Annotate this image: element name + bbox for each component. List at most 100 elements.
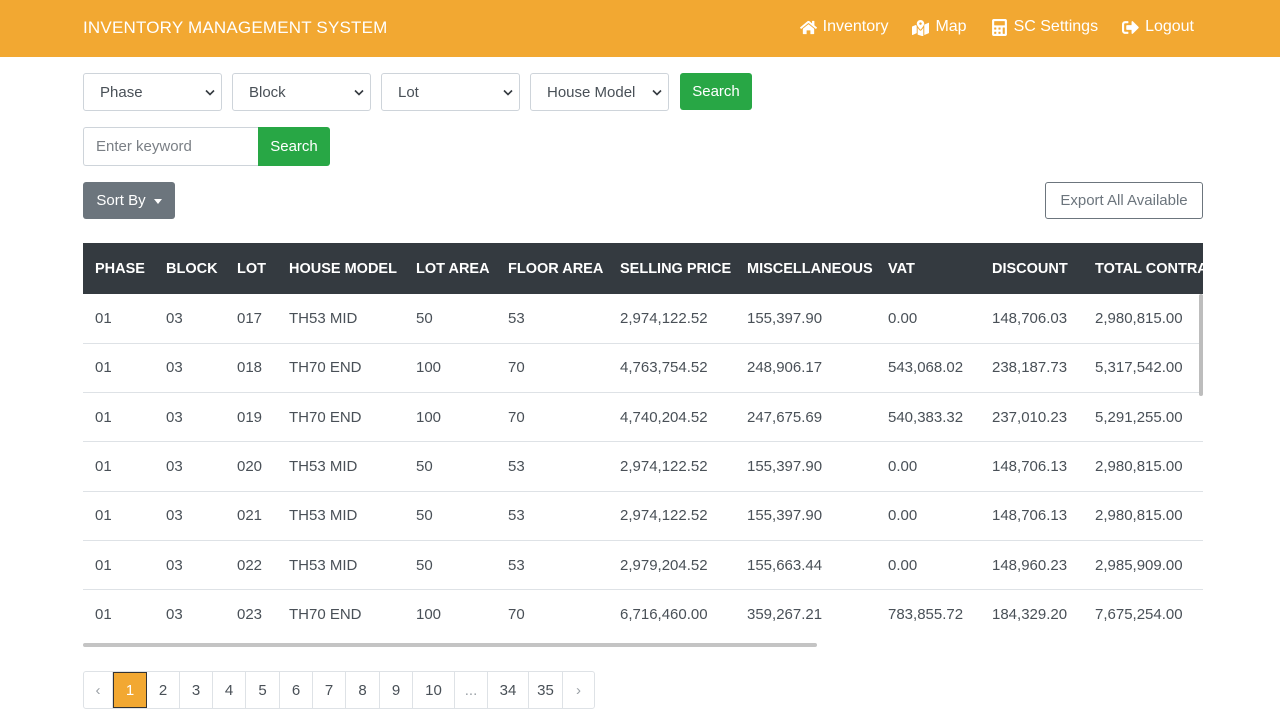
table-cell: 70 xyxy=(496,589,608,639)
top-navbar: INVENTORY MANAGEMENT SYSTEM Inventory Ma… xyxy=(0,0,1280,57)
vertical-scrollbar[interactable] xyxy=(1199,294,1203,396)
nav-inventory-label: Inventory xyxy=(822,18,889,35)
chevron-down-icon xyxy=(205,89,215,96)
table-cell: 50 xyxy=(404,491,496,541)
table-cell: 2,979,204.52 xyxy=(608,540,735,591)
table-cell: 4,740,204.52 xyxy=(608,392,735,443)
table-cell: 50 xyxy=(404,540,496,591)
column-header: PHASE xyxy=(83,243,154,294)
pagination-page-4[interactable]: 4 xyxy=(213,672,246,708)
table-cell: 155,663.44 xyxy=(735,540,876,591)
inventory-table-container[interactable]: PHASE BLOCK LOT HOUSE MODEL LOT AREA FLOOR AR… xyxy=(83,243,1203,639)
table-cell: 148,706.13 xyxy=(980,441,1083,492)
column-header: FLOOR AREA xyxy=(496,243,608,294)
table-cell: 148,706.03 xyxy=(980,294,1083,344)
pagination-page-9[interactable]: 9 xyxy=(380,672,413,708)
nav-sc-settings-label: SC Settings xyxy=(1013,18,1099,35)
table-cell: 03 xyxy=(154,441,225,492)
table-cell: 01 xyxy=(83,491,154,541)
table-cell: 4,763,754.52 xyxy=(608,343,735,394)
table-cell: 543,068.02 xyxy=(876,343,980,394)
nav-sc-settings[interactable]: SC Settings xyxy=(991,18,1098,36)
pagination-prev-button[interactable]: ‹ xyxy=(84,672,113,708)
column-header: VAT xyxy=(876,243,980,294)
table-cell: 7,675,254.00 xyxy=(1083,589,1203,639)
nav-map-label: Map xyxy=(935,18,967,35)
export-all-button[interactable]: Export All Available xyxy=(1045,182,1203,219)
keyword-input[interactable] xyxy=(83,127,259,166)
house-model-select[interactable]: House Model xyxy=(530,73,669,111)
app-title[interactable]: INVENTORY MANAGEMENT SYSTEM xyxy=(83,18,388,38)
table-cell: 53 xyxy=(496,294,608,344)
table-cell: 01 xyxy=(83,392,154,443)
table-cell: 50 xyxy=(404,441,496,492)
table-row[interactable]: 01 03 017 TH53 MID 50 53 2,974,122.52 155,397.9… xyxy=(83,294,1203,344)
table-cell: 01 xyxy=(83,589,154,639)
block-select[interactable]: Block xyxy=(232,73,371,111)
table-cell: 237,010.23 xyxy=(980,392,1083,443)
table-cell: 0.00 xyxy=(876,441,980,492)
table-cell: 783,855.72 xyxy=(876,589,980,639)
table-cell: 50 xyxy=(404,294,496,344)
table-cell: 70 xyxy=(496,392,608,443)
pagination-page-34[interactable]: 34 xyxy=(488,672,529,708)
table-row[interactable]: 01 03 023 TH70 END 100 70 6,716,460.00 359,267.… xyxy=(83,589,1203,639)
column-header: SELLING PRICE xyxy=(608,243,735,294)
table-cell: 148,706.13 xyxy=(980,491,1083,541)
table-cell: 184,329.20 xyxy=(980,589,1083,639)
pagination-ellipsis[interactable]: ... xyxy=(455,672,488,708)
column-header: MISCELLANEOUS xyxy=(735,243,876,294)
table-cell: TH53 MID xyxy=(277,540,404,591)
table-cell: 238,187.73 xyxy=(980,343,1083,394)
column-header: HOUSE MODEL xyxy=(277,243,404,294)
table-cell: 5,291,255.00 xyxy=(1083,392,1203,443)
block-select-value: Block xyxy=(249,84,286,101)
table-cell: TH70 END xyxy=(277,343,404,394)
table-cell: TH53 MID xyxy=(277,294,404,344)
horizontal-scrollbar-thumb[interactable] xyxy=(83,643,817,647)
pagination-page-1[interactable]: 1 xyxy=(113,672,147,708)
nav-map[interactable]: Map xyxy=(912,18,967,36)
table-cell: 01 xyxy=(83,343,154,394)
keyword-search-button[interactable]: Search xyxy=(258,127,330,166)
sort-by-button[interactable]: Sort By xyxy=(83,182,175,219)
table-cell: 2,980,815.00 xyxy=(1083,294,1203,344)
table-cell: 022 xyxy=(225,540,277,591)
table-cell: 01 xyxy=(83,294,154,344)
nav-inventory[interactable]: Inventory xyxy=(799,18,889,36)
table-row[interactable]: 01 03 020 TH53 MID 50 53 2,974,122.52 155,397.9… xyxy=(83,441,1203,492)
chevron-down-icon xyxy=(354,89,364,96)
table-cell: 03 xyxy=(154,343,225,394)
pagination-page-35[interactable]: 35 xyxy=(529,672,563,708)
nav-logout-label: Logout xyxy=(1145,18,1194,35)
table-row[interactable]: 01 03 019 TH70 END 100 70 4,740,204.52 247,675.… xyxy=(83,392,1203,443)
pagination-page-8[interactable]: 8 xyxy=(346,672,380,708)
nav-logout[interactable]: Logout xyxy=(1122,18,1194,36)
lot-select[interactable]: Lot xyxy=(381,73,520,111)
pagination-page-3[interactable]: 3 xyxy=(180,672,213,708)
table-cell: 019 xyxy=(225,392,277,443)
table-cell: 01 xyxy=(83,441,154,492)
table-cell: 017 xyxy=(225,294,277,344)
pagination-page-2[interactable]: 2 xyxy=(147,672,180,708)
table-cell: 0.00 xyxy=(876,294,980,344)
pagination-page-5[interactable]: 5 xyxy=(246,672,280,708)
phase-select[interactable]: Phase xyxy=(83,73,222,111)
pagination-next-button[interactable]: › xyxy=(563,672,594,708)
table-row[interactable]: 01 03 021 TH53 MID 50 53 2,974,122.52 155,397.9… xyxy=(83,491,1203,541)
table-cell: 018 xyxy=(225,343,277,394)
table-cell: 021 xyxy=(225,491,277,541)
filter-search-button[interactable]: Search xyxy=(680,73,752,110)
lot-select-value: Lot xyxy=(398,84,419,101)
table-row[interactable]: 01 03 018 TH70 END 100 70 4,763,754.52 248,906.… xyxy=(83,343,1203,394)
table-cell: 53 xyxy=(496,491,608,541)
sign-out-icon xyxy=(1122,20,1139,34)
pagination-page-7[interactable]: 7 xyxy=(313,672,346,708)
table-cell: 2,974,122.52 xyxy=(608,441,735,492)
table-row[interactable]: 01 03 022 TH53 MID 50 53 2,979,204.52 155,663.4… xyxy=(83,540,1203,591)
column-header: DISCOUNT xyxy=(980,243,1083,294)
pagination-page-6[interactable]: 6 xyxy=(280,672,313,708)
pagination-page-10[interactable]: 10 xyxy=(413,672,455,708)
table-cell: 2,980,815.00 xyxy=(1083,491,1203,541)
table-cell: 03 xyxy=(154,491,225,541)
